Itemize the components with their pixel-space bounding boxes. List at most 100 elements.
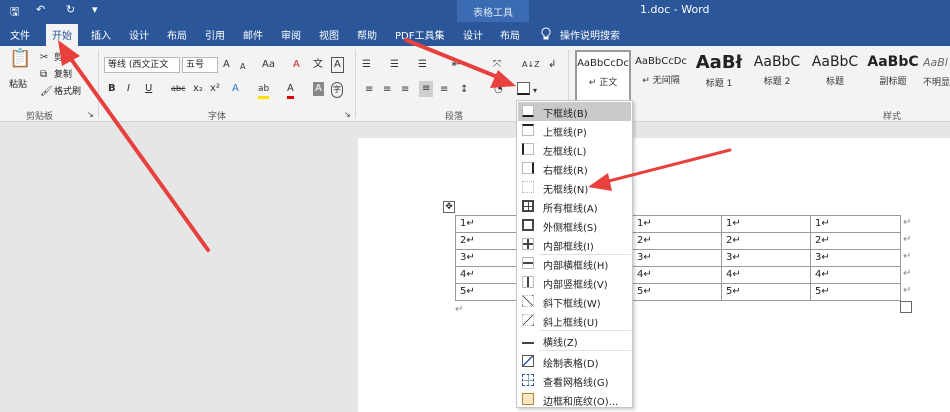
change-case-icon[interactable]: Aa (262, 58, 275, 72)
align-right-icon[interactable]: ≡ (401, 83, 409, 97)
table-move-handle-icon[interactable]: ✥ (443, 201, 455, 213)
distributed-icon[interactable]: ≡ (440, 83, 448, 97)
tab-pdf-tools[interactable]: PDF工具集 (395, 27, 444, 42)
menu-item-all-borders[interactable]: 所有框线(A) (518, 197, 631, 216)
tab-file[interactable]: 文件 (10, 27, 30, 42)
table-cell[interactable]: 3↵ (460, 252, 475, 263)
menu-item-inside-horizontal[interactable]: 内部横框线(H) (518, 254, 631, 273)
italic-button[interactable]: I (127, 82, 130, 96)
table-cell[interactable]: 5↵ (460, 286, 475, 297)
cut-button[interactable]: 剪切 (54, 51, 72, 65)
style-heading-2[interactable]: AaBbC 标题 2 (749, 50, 805, 104)
table-cell[interactable]: 2↵ (815, 235, 830, 246)
table-cell[interactable]: 1↵ (815, 218, 830, 229)
document-page[interactable] (358, 138, 950, 412)
tab-insert[interactable]: 插入 (91, 27, 111, 42)
table-cell[interactable]: 5↵ (726, 286, 741, 297)
table-cell[interactable]: 2↵ (637, 235, 652, 246)
subscript-button[interactable]: x₂ (193, 82, 203, 96)
tab-view[interactable]: 视图 (319, 27, 339, 42)
menu-item-bottom-border[interactable]: 下框线(B) (518, 102, 631, 121)
customize-qat-icon[interactable]: ▾ (92, 3, 98, 16)
table-cell[interactable]: 4↵ (460, 269, 475, 280)
align-center-icon[interactable]: ≡ (383, 83, 391, 97)
text-effects-icon[interactable]: A (232, 82, 239, 96)
bullets-icon[interactable]: ☰ (362, 58, 371, 72)
menu-item-left-border[interactable]: 左框线(L) (518, 140, 631, 159)
menu-item-diagonal-up[interactable]: 斜上框线(U) (518, 311, 631, 330)
borders-dropdown-chevron-icon[interactable]: ▾ (533, 84, 537, 98)
paste-icon[interactable]: 📋 (9, 50, 31, 68)
menu-item-borders-shading[interactable]: 边框和底纹(O)... (518, 390, 631, 409)
table-cell[interactable]: 1↵ (460, 218, 475, 229)
style-heading-1[interactable]: AaBł 标题 1 (691, 50, 747, 104)
align-left-icon[interactable]: ≡ (365, 83, 373, 97)
menu-item-view-gridlines[interactable]: 查看网格线(G) (518, 371, 631, 390)
shrink-font-icon[interactable]: A (240, 60, 245, 74)
bold-button[interactable]: B (108, 82, 116, 96)
menu-item-inside-vertical[interactable]: 内部竖框线(V) (518, 273, 631, 292)
font-size-box[interactable]: 五号 (182, 57, 218, 73)
show-marks-icon[interactable]: ↲ (548, 58, 556, 72)
table-cell[interactable]: 3↵ (815, 252, 830, 263)
menu-item-diagonal-down[interactable]: 斜下框线(W) (518, 292, 631, 311)
table-cell[interactable]: 2↵ (460, 235, 475, 246)
font-color-icon[interactable]: A (287, 82, 294, 99)
save-icon[interactable]: 🖫 (10, 3, 19, 22)
grow-font-icon[interactable]: A (223, 58, 230, 72)
table-cell[interactable]: 2↵ (726, 235, 741, 246)
paste-button[interactable]: 粘贴 (9, 78, 27, 92)
character-shading-icon[interactable]: A (313, 82, 324, 96)
character-border-icon[interactable]: A (331, 57, 344, 73)
tell-me-search[interactable]: 操作说明搜索 (560, 27, 620, 42)
table-cell[interactable]: 1↵ (726, 218, 741, 229)
borders-button-icon[interactable] (517, 82, 530, 95)
superscript-button[interactable]: x² (210, 82, 220, 96)
style-subtitle[interactable]: AaBbC 副标题 (865, 50, 921, 104)
table-cell[interactable]: 3↵ (637, 252, 652, 263)
clipboard-launcher-icon[interactable]: ↘ (87, 108, 94, 122)
font-launcher-icon[interactable]: ↘ (344, 108, 351, 122)
menu-item-no-border[interactable]: 无框线(N) (518, 178, 631, 197)
decrease-indent-icon[interactable]: ⇤ (452, 58, 460, 72)
undo-icon[interactable]: ↶ (36, 3, 45, 16)
table-cell[interactable]: 4↵ (637, 269, 652, 280)
table-cell[interactable]: 5↵ (637, 286, 652, 297)
menu-item-draw-table[interactable]: 绘制表格(D) (518, 352, 631, 371)
style-title[interactable]: AaBbC 标题 (807, 50, 863, 104)
cut-icon[interactable]: ✂ (40, 51, 48, 65)
tab-layout[interactable]: 布局 (167, 27, 187, 42)
highlight-color-icon[interactable]: ab (258, 82, 270, 99)
multilevel-list-icon[interactable]: ☰ (418, 58, 427, 72)
menu-item-top-border[interactable]: 上框线(P) (518, 121, 631, 140)
clear-formatting-icon[interactable]: A (293, 58, 300, 72)
tab-table-design[interactable]: 设计 (463, 27, 483, 42)
phonetic-guide-icon[interactable]: 文 (313, 58, 323, 72)
table-cell[interactable]: 4↵ (726, 269, 741, 280)
strikethrough-button[interactable]: abc (171, 82, 185, 96)
menu-item-horizontal-line[interactable]: 横线(Z) (518, 331, 631, 350)
table-resize-handle-icon[interactable] (900, 301, 912, 313)
tab-home[interactable]: 开始 (46, 24, 78, 46)
justify-icon[interactable]: ≡ (419, 81, 434, 97)
font-name-box[interactable]: 等线 (西文正文 (104, 57, 180, 73)
table-cell[interactable]: 1↵ (637, 218, 652, 229)
menu-item-outside-borders[interactable]: 外侧框线(S) (518, 216, 631, 235)
format-painter-icon[interactable]: 🖌 (40, 85, 53, 99)
format-painter-button[interactable]: 格式刷 (54, 85, 81, 99)
tab-mailings[interactable]: 邮件 (243, 27, 263, 42)
line-spacing-icon[interactable]: ↕ (460, 83, 468, 97)
sort-icon[interactable]: A↓Z (522, 58, 540, 72)
style-no-spacing[interactable]: AaBbCcDc ↵ 无间隔 (633, 50, 689, 104)
chinese-layout-icon[interactable]: ⤧ (493, 58, 501, 72)
tab-help[interactable]: 帮助 (357, 27, 377, 42)
underline-button[interactable]: U (145, 82, 152, 96)
copy-icon[interactable]: ⧉ (40, 68, 47, 82)
tab-review[interactable]: 审阅 (281, 27, 301, 42)
style-normal[interactable]: AaBbCcDc ↵ 正文 (575, 50, 631, 104)
copy-button[interactable]: 复制 (54, 68, 72, 82)
tab-references[interactable]: 引用 (205, 27, 225, 42)
redo-icon[interactable]: ↻ (66, 3, 75, 16)
style-subtle-emphasis[interactable]: AaBl 不明显 (923, 50, 950, 104)
numbering-icon[interactable]: ☰ (390, 58, 399, 72)
